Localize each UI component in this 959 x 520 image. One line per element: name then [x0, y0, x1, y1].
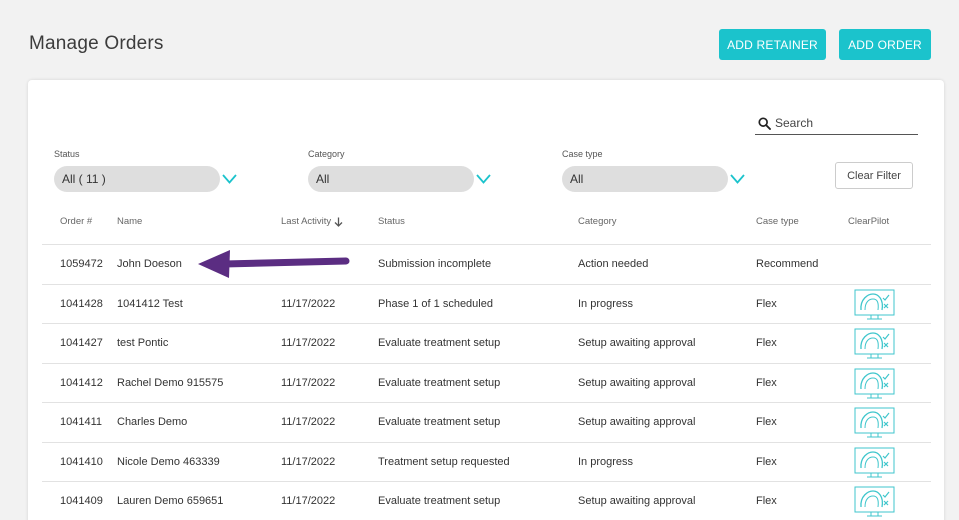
search-input[interactable]: Search	[755, 112, 918, 135]
category-filter-label: Category	[308, 149, 345, 159]
order-number-cell: 1041411	[60, 416, 103, 429]
table-row[interactable]: 1041410 Nicole Demo 463339 11/17/2022 Treat…	[42, 441, 931, 482]
chevron-down-icon[interactable]	[222, 172, 237, 190]
clearpilot-monitor-icon[interactable]	[854, 328, 895, 359]
clearpilot-monitor-icon[interactable]	[854, 289, 895, 320]
last-activity-cell: 11/17/2022	[281, 455, 336, 468]
column-header-order[interactable]: Order #	[60, 216, 92, 227]
annotation-arrow-icon	[198, 250, 350, 278]
search-label: Search	[775, 116, 814, 130]
search-icon	[758, 116, 771, 130]
patient-name-cell: Rachel Demo 915575	[117, 376, 224, 389]
status-cell: Evaluate treatment setup	[378, 416, 501, 429]
category-cell: Setup awaiting approval	[578, 337, 696, 350]
table-row[interactable]: 1041427 test Pontic 11/17/2022 Evaluate tre…	[42, 323, 931, 363]
last-activity-header-label: Last Activity	[281, 216, 332, 227]
order-number-cell: 1041410	[60, 455, 103, 468]
case-type-filter-label: Case type	[562, 149, 603, 159]
last-activity-cell: 11/17/2022	[281, 337, 336, 350]
patient-name-cell: Nicole Demo 463339	[117, 455, 220, 468]
table-row[interactable]: 1041428 1041412 Test 11/17/2022 Phase 1 of …	[42, 283, 931, 324]
category-cell: Setup awaiting approval	[578, 416, 696, 429]
chevron-down-icon[interactable]	[730, 172, 745, 190]
category-cell: In progress	[578, 297, 634, 310]
case-type-cell: Recommend	[756, 258, 819, 271]
status-cell: Treatment setup requested	[378, 455, 510, 468]
column-header-case-type[interactable]: Case type	[756, 216, 799, 227]
clearpilot-monitor-icon[interactable]	[854, 407, 895, 438]
patient-name-cell: Charles Demo	[117, 416, 188, 429]
clearpilot-monitor-icon[interactable]	[854, 486, 895, 517]
table-row[interactable]: 1041412 Rachel Demo 915575 11/17/2022 Evalu…	[42, 362, 931, 403]
case-type-cell: Flex	[756, 455, 777, 468]
patient-name-cell: Lauren Demo 659651	[117, 495, 224, 508]
clearpilot-monitor-icon[interactable]	[854, 368, 895, 399]
page-title: Manage Orders	[29, 33, 164, 54]
order-number-cell: 1041409	[60, 495, 103, 508]
table-row[interactable]: 1041411 Charles Demo 11/17/2022 Evaluate tr…	[42, 402, 931, 442]
add-retainer-button[interactable]: ADD RETAINER	[719, 29, 826, 60]
status-filter-label: Status	[54, 149, 80, 159]
sort-arrow-down-icon[interactable]	[334, 217, 343, 227]
case-type-cell: Flex	[756, 416, 777, 429]
status-cell: Phase 1 of 1 scheduled	[378, 297, 493, 310]
status-filter-select[interactable]: All ( 11 )	[54, 166, 220, 192]
clear-filter-button[interactable]: Clear Filter	[835, 162, 913, 189]
last-activity-cell: 11/17/2022	[281, 495, 336, 508]
status-cell: Evaluate treatment setup	[378, 337, 501, 350]
order-number-cell: 1059472	[60, 258, 103, 271]
patient-name-cell: test Pontic	[117, 337, 169, 350]
column-header-clearpilot: ClearPilot	[848, 216, 890, 227]
patient-name-cell: 1041412 Test	[117, 297, 183, 310]
status-cell: Submission incomplete	[378, 258, 492, 271]
order-number-cell: 1041428	[60, 297, 103, 310]
status-cell: Evaluate treatment setup	[378, 495, 501, 508]
add-order-button[interactable]: ADD ORDER	[839, 29, 931, 60]
category-cell: Action needed	[578, 258, 649, 271]
case-type-cell: Flex	[756, 376, 777, 389]
table-row[interactable]: 1059472 John Doeson Submission incomplete A…	[42, 244, 931, 284]
case-type-filter-select[interactable]: All	[562, 166, 728, 192]
order-number-cell: 1041412	[60, 376, 103, 389]
chevron-down-icon[interactable]	[476, 172, 491, 190]
category-cell: Setup awaiting approval	[578, 376, 696, 389]
column-header-status[interactable]: Status	[378, 216, 405, 227]
last-activity-cell: 11/17/2022	[281, 376, 336, 389]
column-header-category[interactable]: Category	[578, 216, 617, 227]
clearpilot-monitor-icon[interactable]	[854, 447, 895, 478]
patient-name-cell: John Doeson	[117, 258, 182, 271]
column-header-name[interactable]: Name	[117, 216, 142, 227]
case-type-cell: Flex	[756, 337, 777, 350]
last-activity-cell: 11/17/2022	[281, 416, 336, 429]
column-header-last-activity[interactable]: Last Activity	[281, 216, 343, 227]
case-type-cell: Flex	[756, 297, 777, 310]
case-type-cell: Flex	[756, 495, 777, 508]
table-row[interactable]: 1041409 Lauren Demo 659651 11/17/2022 Evalu…	[42, 481, 931, 520]
last-activity-cell: 11/17/2022	[281, 297, 336, 310]
order-number-cell: 1041427	[60, 337, 103, 350]
category-cell: Setup awaiting approval	[578, 495, 696, 508]
category-filter-select[interactable]: All	[308, 166, 474, 192]
category-cell: In progress	[578, 455, 634, 468]
status-cell: Evaluate treatment setup	[378, 376, 501, 389]
